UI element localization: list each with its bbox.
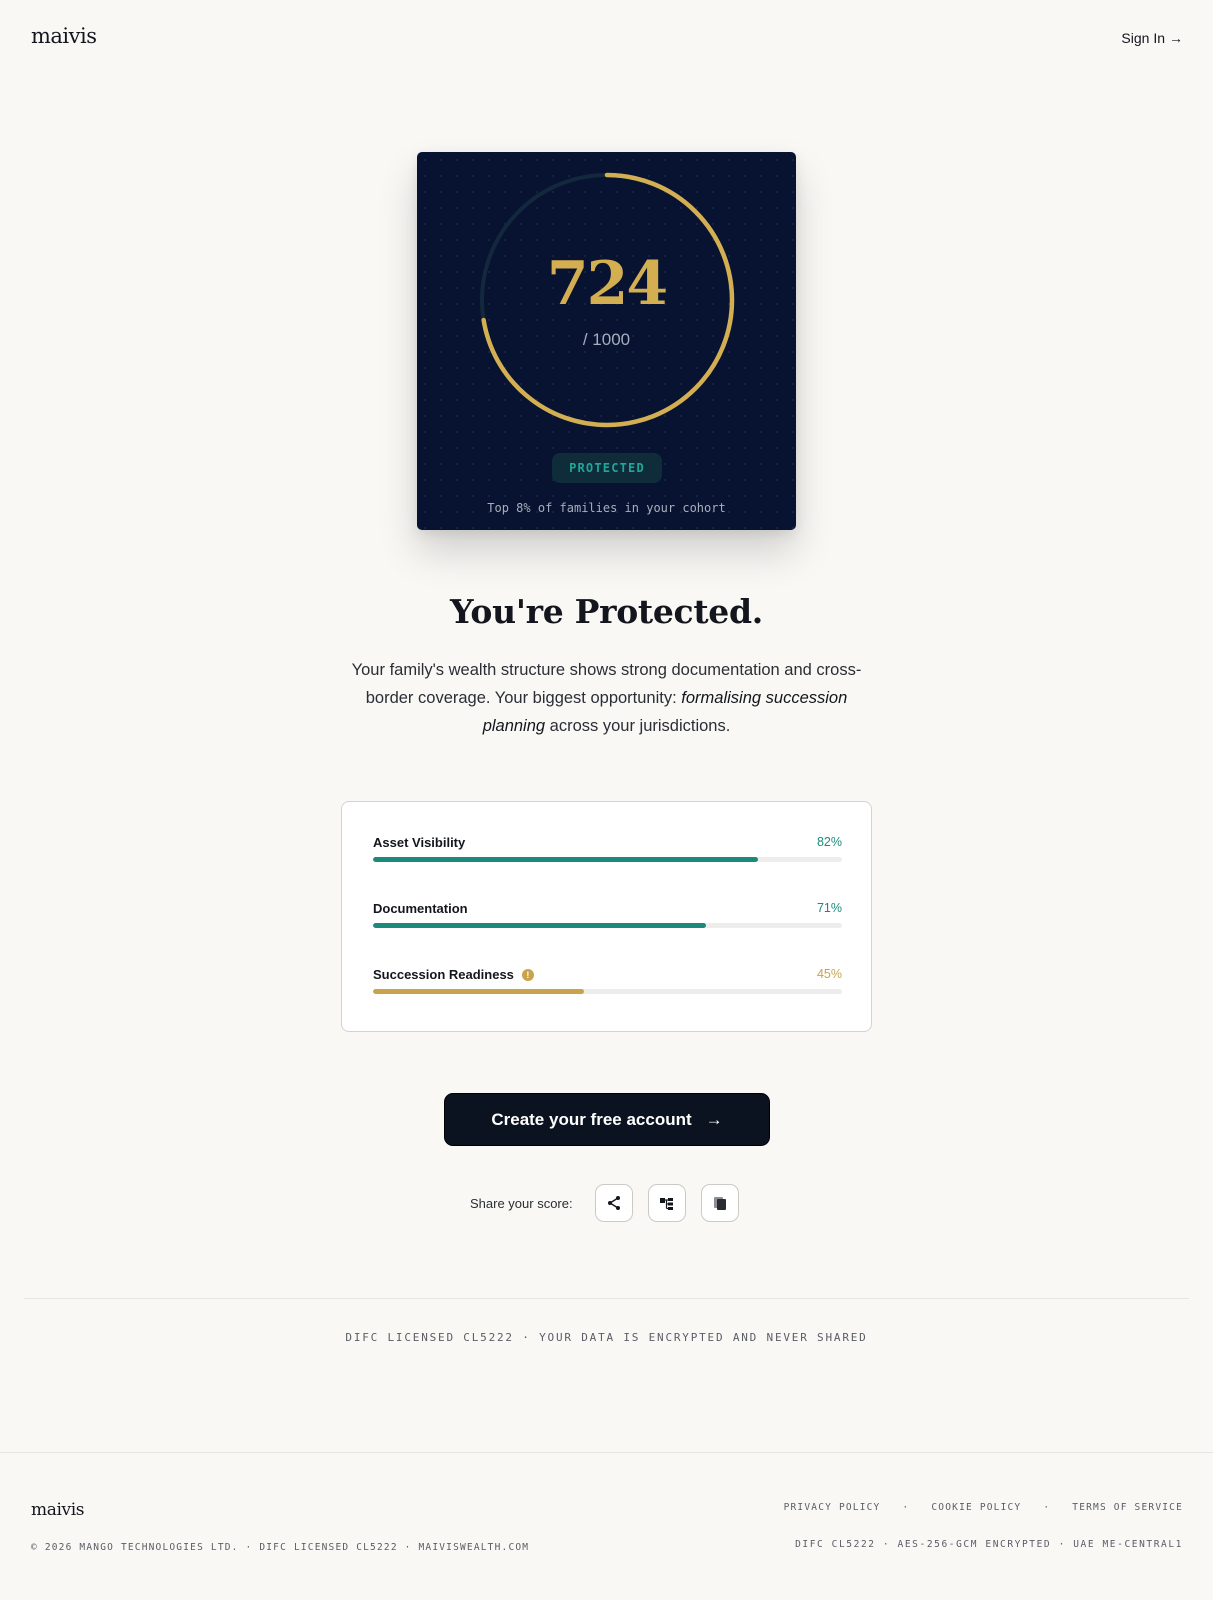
- linkedin-share-button[interactable]: [647, 1184, 686, 1222]
- metric-value: 71%: [816, 901, 842, 915]
- copy-icon: [713, 1197, 726, 1210]
- metric-fill: [373, 857, 758, 862]
- footer-logo[interactable]: maivis: [31, 1500, 84, 1520]
- metric-label-text: Succession Readiness: [373, 967, 514, 982]
- metric-label: Asset Visibility: [373, 835, 465, 850]
- footer-divider: [0, 1452, 1213, 1453]
- metric-fill: [373, 923, 706, 928]
- linkedin-icon: [659, 1198, 673, 1210]
- metric-track: [373, 923, 842, 928]
- trust-statement: DIFC LICENSED CL5222 · YOUR DATA IS ENCR…: [345, 1331, 868, 1344]
- metric-label: Documentation: [373, 901, 468, 916]
- page-title: You're Protected.: [450, 592, 763, 631]
- metric-track: [373, 857, 842, 862]
- metric-track: [373, 989, 842, 994]
- sign-in-link[interactable]: Sign In →: [1121, 30, 1183, 46]
- cohort-text: Top 8% of families in your cohort: [487, 501, 726, 515]
- logo[interactable]: maivis: [31, 24, 97, 48]
- score-card: 724 / 1000 PROTECTED Top 8% of families …: [417, 152, 796, 530]
- separator: ·: [1043, 1502, 1051, 1513]
- metric-label: Succession Readiness !: [373, 967, 534, 982]
- privacy-policy-link[interactable]: PRIVACY POLICY: [784, 1502, 881, 1513]
- arrow-right-icon: →: [705, 1109, 723, 1129]
- metric-label-text: Asset Visibility: [373, 835, 466, 850]
- separator: ·: [902, 1502, 910, 1513]
- security-statement: DIFC CL5222 · AES-256-GCM ENCRYPTED · UA…: [795, 1539, 1183, 1550]
- score-value: 724: [546, 249, 668, 319]
- share-label: Share your score:: [470, 1195, 573, 1211]
- metric-value: 45%: [816, 967, 842, 981]
- metric-label-text: Documentation: [373, 901, 468, 916]
- status-badge: PROTECTED: [552, 453, 662, 483]
- description-text-end: across your jurisdictions.: [545, 717, 731, 735]
- metrics-card: Asset Visibility 82% Documentation 71% S…: [341, 801, 872, 1032]
- cookie-policy-link[interactable]: COOKIE POLICY: [931, 1502, 1021, 1513]
- metric-fill: [373, 989, 585, 994]
- score-max: / 1000: [582, 330, 631, 349]
- share-row: Share your score:: [470, 1184, 754, 1222]
- share-icon: [607, 1196, 620, 1210]
- copyright: © 2026 MANGO TECHNOLOGIES LTD. · DIFC LI…: [31, 1542, 530, 1553]
- create-account-button[interactable]: Create your free account →: [444, 1093, 770, 1146]
- copy-button[interactable]: [700, 1184, 739, 1222]
- arrow-right-icon: →: [1169, 30, 1183, 46]
- sign-in-label: Sign In: [1121, 30, 1165, 46]
- create-account-label: Create your free account: [491, 1109, 692, 1129]
- terms-of-service-link[interactable]: TERMS OF SERVICE: [1072, 1502, 1183, 1513]
- metric-value: 82%: [816, 835, 842, 849]
- share-button[interactable]: [594, 1184, 633, 1222]
- score-description: Your family's wealth structure shows str…: [340, 656, 873, 740]
- divider: [24, 1298, 1189, 1299]
- footer-links: PRIVACY POLICY · COOKIE POLICY · TERMS O…: [784, 1502, 1183, 1513]
- info-icon[interactable]: !: [521, 968, 534, 981]
